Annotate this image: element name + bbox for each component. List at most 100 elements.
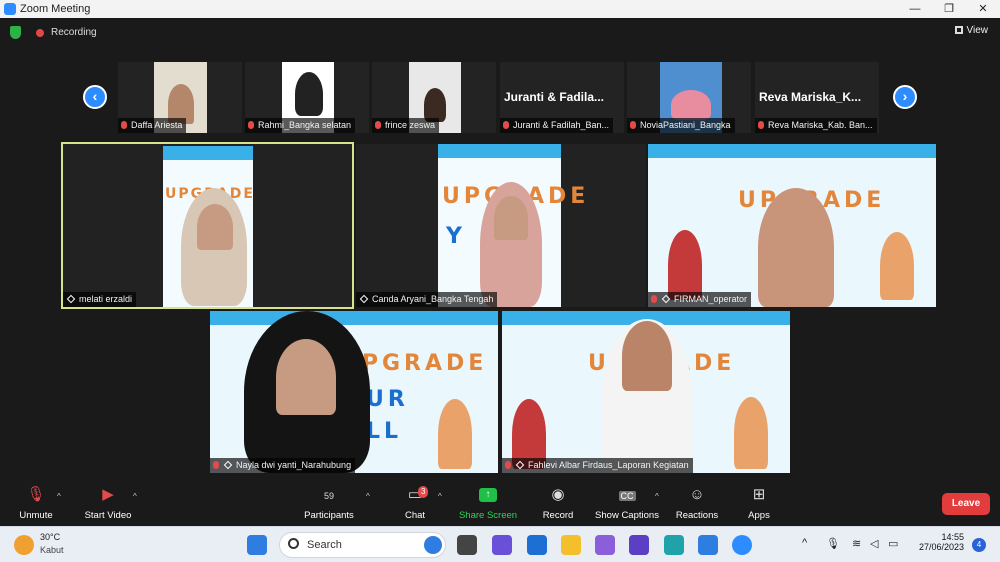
captions-icon-text: CC	[618, 491, 636, 501]
background-banner	[438, 144, 561, 158]
participant-name-tag: Daffa Ariesta	[118, 118, 187, 133]
participants-button[interactable]: 59 Participants ^	[294, 486, 370, 521]
video-tile[interactable]: UPGRADE Y Canda Aryani_Bangka Tengah	[356, 144, 646, 307]
minimize-button[interactable]: —	[898, 0, 932, 18]
window-controls: — ❐ ✕	[898, 0, 1000, 18]
participant-name: Nayla dwi yanti_Narahubung	[236, 460, 352, 470]
security-shield-icon[interactable]	[10, 26, 21, 39]
teams-icon[interactable]	[492, 535, 512, 555]
muted-mic-icon	[651, 295, 657, 303]
chat-label: Chat	[404, 510, 426, 521]
weather-temperature[interactable]: 30°C	[40, 532, 60, 542]
participant-name: FIRMAN_operator	[674, 294, 748, 304]
reactions-button[interactable]: ☺ Reactions	[662, 486, 732, 521]
cartoon-character	[438, 399, 472, 469]
participants-icon: 59	[294, 486, 364, 504]
participant-name-tag: Juranti & Fadilah_Ban...	[500, 118, 614, 133]
reactions-icon: ☺	[689, 486, 705, 503]
next-page-button[interactable]: ›	[893, 85, 917, 109]
participant-name-tag: FIRMAN_operator	[648, 292, 752, 307]
video-tile-active-speaker[interactable]: UPGRADE melati erzaldi	[61, 142, 354, 309]
cartoon-character	[880, 232, 914, 300]
muted-mic-icon	[505, 461, 511, 469]
mail-icon[interactable]	[527, 535, 547, 555]
participant-figure	[671, 90, 711, 120]
pin-icon	[661, 294, 671, 304]
video-options-caret[interactable]: ^	[133, 492, 137, 501]
pin-icon	[359, 294, 369, 304]
participant-name: Rahmi_Bangka selatan	[258, 120, 352, 130]
apps-button[interactable]: ⊞ Apps	[724, 486, 794, 521]
thumbnail-tile[interactable]: Rahmi_Bangka selatan	[245, 62, 369, 133]
meeting-toolbar: 🎙 Unmute ^ ▶ Start Video ^ 59 Participan…	[0, 482, 1000, 526]
start-video-button[interactable]: ▶ Start Video ^	[73, 486, 143, 521]
muted-mic-icon	[758, 121, 764, 129]
participants-count: 59	[323, 491, 334, 501]
zoom-logo-icon	[4, 3, 16, 15]
participant-display-name: Juranti & Fadila...	[504, 90, 605, 104]
file-explorer-icon[interactable]	[561, 535, 581, 555]
participant-face	[197, 204, 233, 250]
microphone-tray-icon[interactable]: 🎙	[826, 537, 840, 550]
share-screen-button[interactable]: ↑ Share Screen	[453, 486, 523, 521]
clock-date: 27/06/2023	[918, 542, 964, 552]
search-icon	[288, 538, 299, 549]
captions-options-caret[interactable]: ^	[655, 492, 659, 501]
show-captions-button[interactable]: CC Show Captions ^	[592, 486, 662, 521]
thumbnail-tile[interactable]: Daffa Ariesta	[118, 62, 242, 133]
search-placeholder: Search	[307, 539, 342, 551]
leave-button[interactable]: Leave	[942, 493, 990, 515]
wifi-icon[interactable]: ≋	[852, 537, 861, 550]
participant-figure	[758, 188, 834, 307]
apps-label: Apps	[748, 510, 770, 521]
copilot-icon[interactable]	[595, 535, 615, 555]
edge-icon[interactable]	[664, 535, 684, 555]
recording-label[interactable]: Recording	[51, 27, 97, 38]
notification-badge[interactable]: 4	[972, 538, 986, 552]
show-hidden-icons[interactable]: ^	[802, 537, 807, 549]
video-tile[interactable]: UPGRADE UR LL Nayla dwi yanti_Narahubung	[210, 311, 498, 473]
thumbnail-tile[interactable]: frince zeswa	[372, 62, 496, 133]
participants-options-caret[interactable]: ^	[366, 492, 370, 501]
weather-condition[interactable]: Kabut	[40, 545, 64, 555]
taskbar-search[interactable]: Search	[279, 532, 446, 558]
reactions-label: Reactions	[675, 510, 719, 521]
record-icon: ◉	[551, 486, 565, 503]
prev-page-button[interactable]: ‹	[83, 85, 107, 109]
record-button[interactable]: ◉ Record	[523, 486, 593, 521]
bing-icon[interactable]	[424, 536, 442, 554]
participant-figure	[424, 88, 446, 122]
unmute-button[interactable]: 🎙 Unmute ^	[1, 486, 71, 521]
thumbnail-tile[interactable]: Juranti & Fadila... Juranti & Fadilah_Ba…	[500, 62, 624, 133]
windows-start-icon[interactable]	[247, 535, 267, 555]
thumbnail-tile[interactable]: Reva Mariska_K... Reva Mariska_Kab. Ban.…	[755, 62, 879, 133]
participant-name: Canda Aryani_Bangka Tengah	[372, 294, 494, 304]
thumbnail-tile[interactable]: NoviaPastiani_Bangka	[627, 62, 751, 133]
participant-name-tag: Fahlevi Albar Firdaus_Laporan Kegiatan	[502, 458, 693, 473]
video-tile[interactable]: UPGRADE FIRMAN_operator	[648, 144, 936, 307]
volume-icon[interactable]: ◁	[870, 537, 878, 550]
task-view-icon[interactable]	[457, 535, 477, 555]
cartoon-character	[734, 397, 768, 469]
video-tile[interactable]: UPGRADE Fahlevi Albar Firdaus_Laporan Ke…	[502, 311, 790, 473]
taskbar-clock[interactable]: 14:55 27/06/2023	[914, 532, 964, 552]
audio-options-caret[interactable]: ^	[57, 492, 61, 501]
participant-display-name: Reva Mariska_K...	[759, 90, 862, 104]
weather-icon[interactable]	[14, 535, 34, 555]
participant-name: melati erzaldi	[79, 294, 133, 304]
share-screen-icon: ↑	[479, 488, 497, 502]
clock-time: 14:55	[941, 532, 964, 542]
security-icon[interactable]	[698, 535, 718, 555]
view-button[interactable]: View	[954, 25, 988, 36]
maximize-button[interactable]: ❐	[932, 0, 966, 18]
muted-mic-icon	[121, 121, 127, 129]
close-button[interactable]: ✕	[966, 0, 1000, 18]
muted-mic-icon	[375, 121, 381, 129]
zoom-app-icon[interactable]	[732, 535, 752, 555]
recording-dot-icon	[36, 29, 44, 37]
chat-options-caret[interactable]: ^	[438, 492, 442, 501]
store-icon[interactable]	[629, 535, 649, 555]
battery-icon[interactable]: ▭	[888, 537, 898, 550]
chat-button[interactable]: ▭ 3 Chat ^	[380, 486, 450, 521]
background-banner	[648, 144, 936, 158]
